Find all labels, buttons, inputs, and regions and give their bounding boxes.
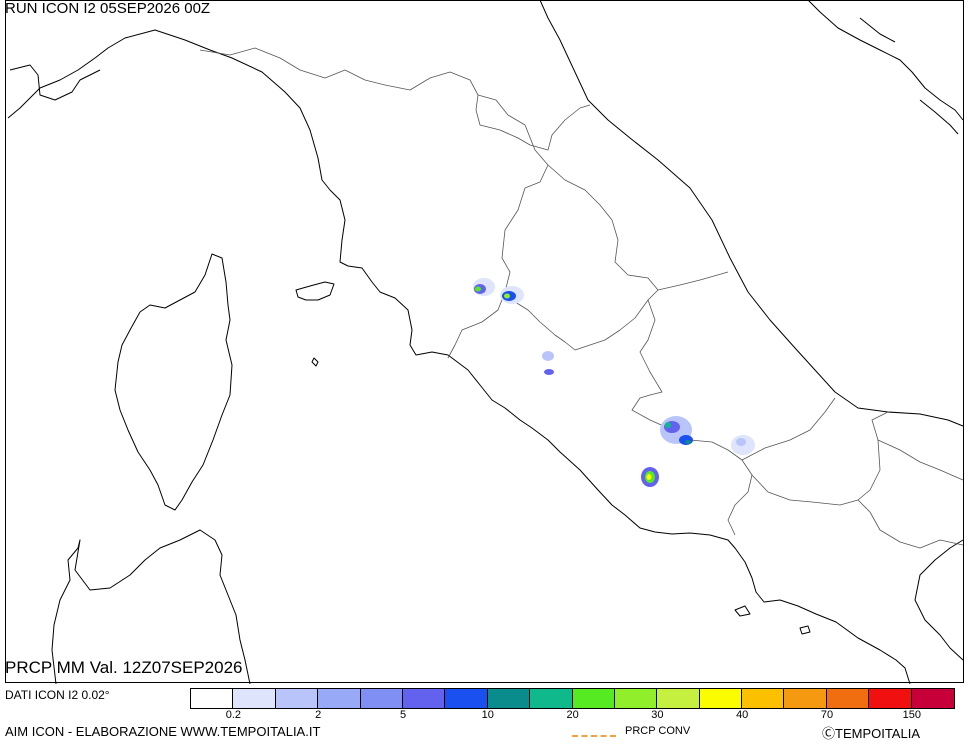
legend-tick-label: 2 <box>315 709 322 721</box>
legend-swatch <box>572 689 615 708</box>
run-title: RUN ICON I2 05SEP2026 00Z <box>5 0 211 17</box>
conv-legend-line <box>572 735 616 737</box>
legend-swatch <box>318 689 361 708</box>
data-source-label: DATI ICON I2 0.02° <box>5 688 110 702</box>
legend-swatch <box>911 689 955 708</box>
legend-swatch <box>699 689 743 708</box>
legend-tick-label: 0.2 <box>225 709 242 721</box>
copyright-credit: ⒸTEMPOITALIA <box>822 726 920 741</box>
legend-tick-label: 40 <box>736 709 749 721</box>
legend-tick-label: 70 <box>820 709 834 721</box>
legend-swatch <box>402 689 446 708</box>
legend-swatch <box>530 689 573 708</box>
legend-swatch <box>826 689 870 708</box>
variable-title: PRCP MM Val. 12Z07SEP2026 <box>5 658 243 677</box>
legend-swatch <box>360 689 403 708</box>
conv-legend-label: PRCP CONV <box>625 725 691 737</box>
legend-tick-label: 20 <box>566 709 579 721</box>
legend-tick-label: 150 <box>902 709 921 721</box>
precipitation-map <box>0 0 968 684</box>
legend-swatch <box>233 689 276 708</box>
legend-swatch <box>445 689 488 708</box>
legend-tick-label: 30 <box>651 709 664 721</box>
legend-tick-label: 5 <box>399 709 407 721</box>
legend-swatch <box>784 689 827 708</box>
color-legend-bar <box>190 688 956 709</box>
producer-credit: AIM ICON - ELABORAZIONE WWW.TEMPOITALIA.… <box>5 724 321 739</box>
legend-swatch <box>487 689 531 708</box>
legend-swatch <box>869 689 912 708</box>
legend-swatch <box>657 689 700 708</box>
legend-swatch <box>191 689 234 708</box>
legend-tick-label: 10 <box>481 709 494 721</box>
legend-swatch <box>614 689 658 708</box>
legend-swatch <box>275 689 319 708</box>
legend-swatch <box>742 689 785 708</box>
